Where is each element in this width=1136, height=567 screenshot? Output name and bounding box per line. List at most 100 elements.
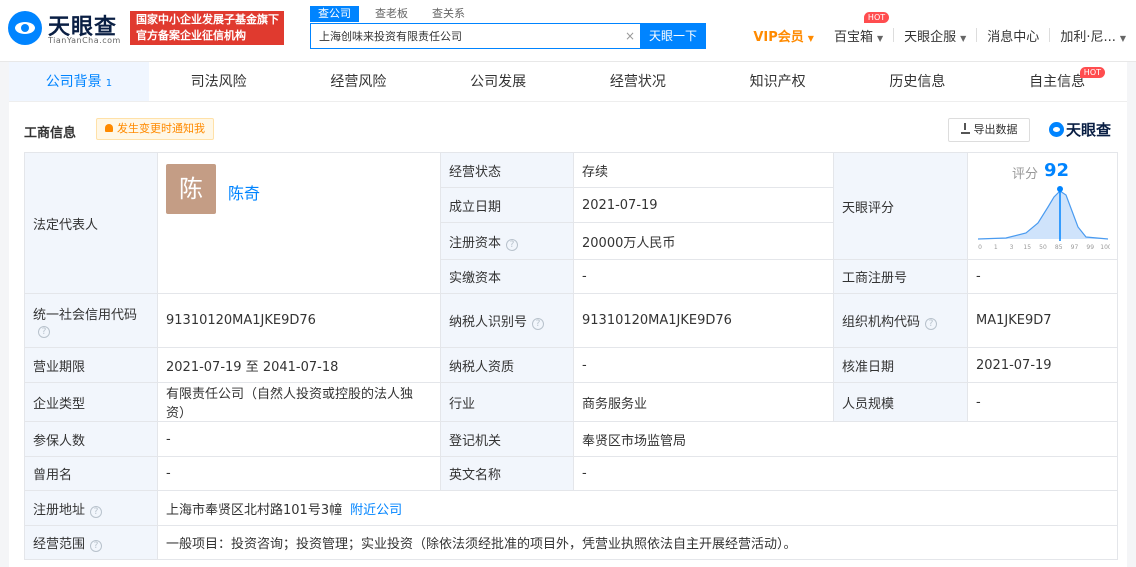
score-cell[interactable]: 评分 92 0 1 3 15 50 85 97 99 100 — [967, 152, 1118, 260]
eye-logo-icon — [8, 11, 42, 45]
search-tab-boss[interactable]: 查老板 — [367, 6, 416, 22]
former-name-label: 曾用名 — [24, 456, 158, 491]
top-header: 天眼查 TianYanCha.com 国家中小企业发展子基金旗下 官方备案企业征… — [0, 0, 1136, 62]
reg-capital-label-text: 注册资本 — [449, 235, 502, 251]
score-tick-label: 97 — [1071, 244, 1079, 251]
score-tick-label: 0 — [978, 244, 982, 251]
table-row: 曾用名 - 英文名称 - — [24, 456, 1118, 491]
address-value: 上海市奉贤区北村路101号3幢 — [166, 502, 343, 518]
question-icon[interactable]: ? — [90, 505, 103, 518]
table-row: 经营范围? 一般项目：投资咨询；投资管理；实业投资（除依法须经批准的项目外，凭营… — [24, 525, 1118, 560]
credit-code-value: 91310120MA1JKE9D76 — [157, 293, 441, 348]
nav-baibaoxiang-label: 百宝箱 — [833, 29, 873, 45]
tab-company-development[interactable]: 公司发展 — [428, 62, 568, 101]
score-tick-label: 85 — [1055, 244, 1063, 251]
hot-badge: HOT — [1079, 67, 1105, 78]
question-icon[interactable]: ? — [925, 318, 938, 330]
tab-company-background[interactable]: 公司背景 1 — [9, 62, 149, 101]
score-distribution-chart: 0 1 3 15 50 85 97 99 100 — [977, 186, 1110, 251]
tab-intellectual-property[interactable]: 知识产权 — [708, 62, 848, 101]
notify-on-change-button[interactable]: 发生变更时通知我 — [96, 118, 214, 140]
nav-enterprise-label: 天眼企服 — [904, 29, 957, 45]
clear-icon[interactable]: × — [623, 29, 637, 43]
english-name-label: 英文名称 — [440, 456, 574, 491]
legal-rep-label: 法定代表人 — [24, 152, 158, 294]
vip-menu[interactable]: VIP会员 ▼ — [753, 26, 824, 45]
status-value: 存续 — [573, 152, 834, 188]
scope-value: 一般项目：投资咨询；投资管理；实业投资（除依法须经批准的项目外，凭营业执照依法自… — [157, 525, 1118, 560]
reg-no-value: - — [967, 259, 1118, 294]
business-info-panel: 工商信息 发生变更时通知我 导出数据 天眼查 法定代表人 陈 陈奇 经营状态 存… — [9, 102, 1127, 567]
legal-rep-name-link[interactable]: 陈奇 — [228, 180, 260, 204]
tab-count: 1 — [105, 78, 113, 89]
tab-business-risk[interactable]: 经营风险 — [289, 62, 429, 101]
download-icon — [960, 123, 970, 134]
table-row: 参保人数 - 登记机关 奉贤区市场监管局 — [24, 421, 1118, 457]
company-type-label: 企业类型 — [24, 382, 158, 422]
established-value: 2021-07-19 — [573, 187, 834, 223]
export-data-button[interactable]: 导出数据 — [948, 118, 1030, 142]
tab-label: 公司背景 — [45, 74, 102, 90]
score-tick-label: 15 — [1023, 244, 1031, 251]
tab-self-info[interactable]: 自主信息 HOT — [987, 62, 1127, 101]
top-nav: VIP会员 ▼ 百宝箱 ▼ HOT 天眼企服 ▼ 消息中心 加利·尼... ▼ — [753, 11, 1136, 48]
caret-down-icon: ▼ — [807, 33, 814, 43]
score-tick-label: 100 — [1100, 244, 1110, 251]
tab-judicial-risk[interactable]: 司法风险 — [149, 62, 289, 101]
tianyancha-logo[interactable]: 天眼查 TianYanCha.com — [8, 9, 126, 49]
question-icon[interactable]: ? — [506, 238, 519, 251]
question-icon[interactable]: ? — [38, 325, 50, 338]
nearby-companies-link[interactable]: 附近公司 — [350, 503, 402, 518]
notify-label: 发生变更时通知我 — [117, 122, 205, 135]
search-tab-company[interactable]: 查公司 — [310, 6, 359, 22]
table-row: 企业类型 有限责任公司（自然人投资或控股的法人独资） 行业 商务服务业 人员规模… — [24, 382, 1118, 422]
avatar[interactable]: 陈 — [166, 164, 216, 214]
credit-code-label: 统一社会信用代码? — [24, 293, 158, 348]
official-badge: 国家中小企业发展子基金旗下 官方备案企业征信机构 — [130, 11, 284, 45]
reg-no-label: 工商注册号 — [833, 259, 968, 294]
question-icon[interactable]: ? — [90, 540, 103, 552]
table-row: 法定代表人 陈 陈奇 经营状态 存续 天眼评分 评分 92 0 1 3 15 50 85 9… — [24, 152, 1118, 294]
staff-size-value: - — [967, 382, 1118, 422]
business-info-table: 法定代表人 陈 陈奇 经营状态 存续 天眼评分 评分 92 0 1 3 15 50 85 9… — [24, 152, 1118, 560]
nav-baibaoxiang[interactable]: 百宝箱 ▼ HOT — [824, 11, 893, 45]
tab-operating-status[interactable]: 经营状况 — [568, 62, 708, 101]
english-name-value: - — [573, 456, 1118, 491]
table-row: 注册地址? 上海市奉贤区北村路101号3幢 附近公司 — [24, 490, 1118, 526]
taxpayer-id-label-text: 纳税人识别号 — [449, 315, 528, 330]
term-label: 营业期限 — [24, 347, 158, 383]
search-tab-relation[interactable]: 查关系 — [424, 6, 473, 22]
nav-user-menu[interactable]: 加利·尼... ▼ — [1050, 26, 1136, 45]
score-label: 天眼评分 — [833, 152, 968, 260]
former-name-value: - — [157, 456, 441, 491]
hot-badge: HOT — [863, 11, 890, 23]
established-label: 成立日期 — [440, 187, 574, 223]
taxpayer-id-value: 91310120MA1JKE9D76 — [573, 293, 834, 348]
bell-icon — [105, 124, 113, 132]
table-row: 统一社会信用代码? 91310120MA1JKE9D76 纳税人识别号? 913… — [24, 293, 1118, 348]
taxpayer-qual-value: - — [573, 347, 834, 383]
org-code-label-text: 组织机构代码 — [842, 315, 921, 330]
nav-enterprise-service[interactable]: 天眼企服 ▼ — [894, 26, 976, 45]
paid-capital-value: - — [573, 259, 834, 294]
brand-watermark: 天眼查 — [1049, 119, 1111, 140]
term-value: 2021-07-19 至 2041-07-18 — [157, 347, 441, 383]
table-row: 营业期限 2021-07-19 至 2041-07-18 纳税人资质 - 核准日… — [24, 347, 1118, 383]
tab-history[interactable]: 历史信息 — [848, 62, 988, 101]
score-tick-label: 1 — [994, 244, 998, 251]
score-marker-dot — [1057, 186, 1063, 192]
question-icon[interactable]: ? — [532, 318, 545, 330]
authority-label: 登记机关 — [440, 421, 574, 457]
address-label-text: 注册地址 — [33, 502, 86, 518]
nav-messages[interactable]: 消息中心 — [977, 26, 1049, 45]
reg-capital-value: 20000万人民币 — [573, 222, 834, 260]
brand-text: 天眼查 — [1066, 121, 1112, 139]
search-input[interactable] — [311, 24, 641, 48]
company-type-value: 有限责任公司（自然人投资或控股的法人独资） — [157, 382, 441, 422]
search-button[interactable]: 天眼一下 — [640, 23, 706, 49]
search-box: × 天眼一下 — [310, 23, 706, 49]
caret-down-icon: ▼ — [960, 33, 967, 43]
industry-label: 行业 — [440, 382, 574, 422]
score-tick-label: 3 — [1010, 244, 1014, 251]
insured-value: - — [157, 421, 441, 457]
